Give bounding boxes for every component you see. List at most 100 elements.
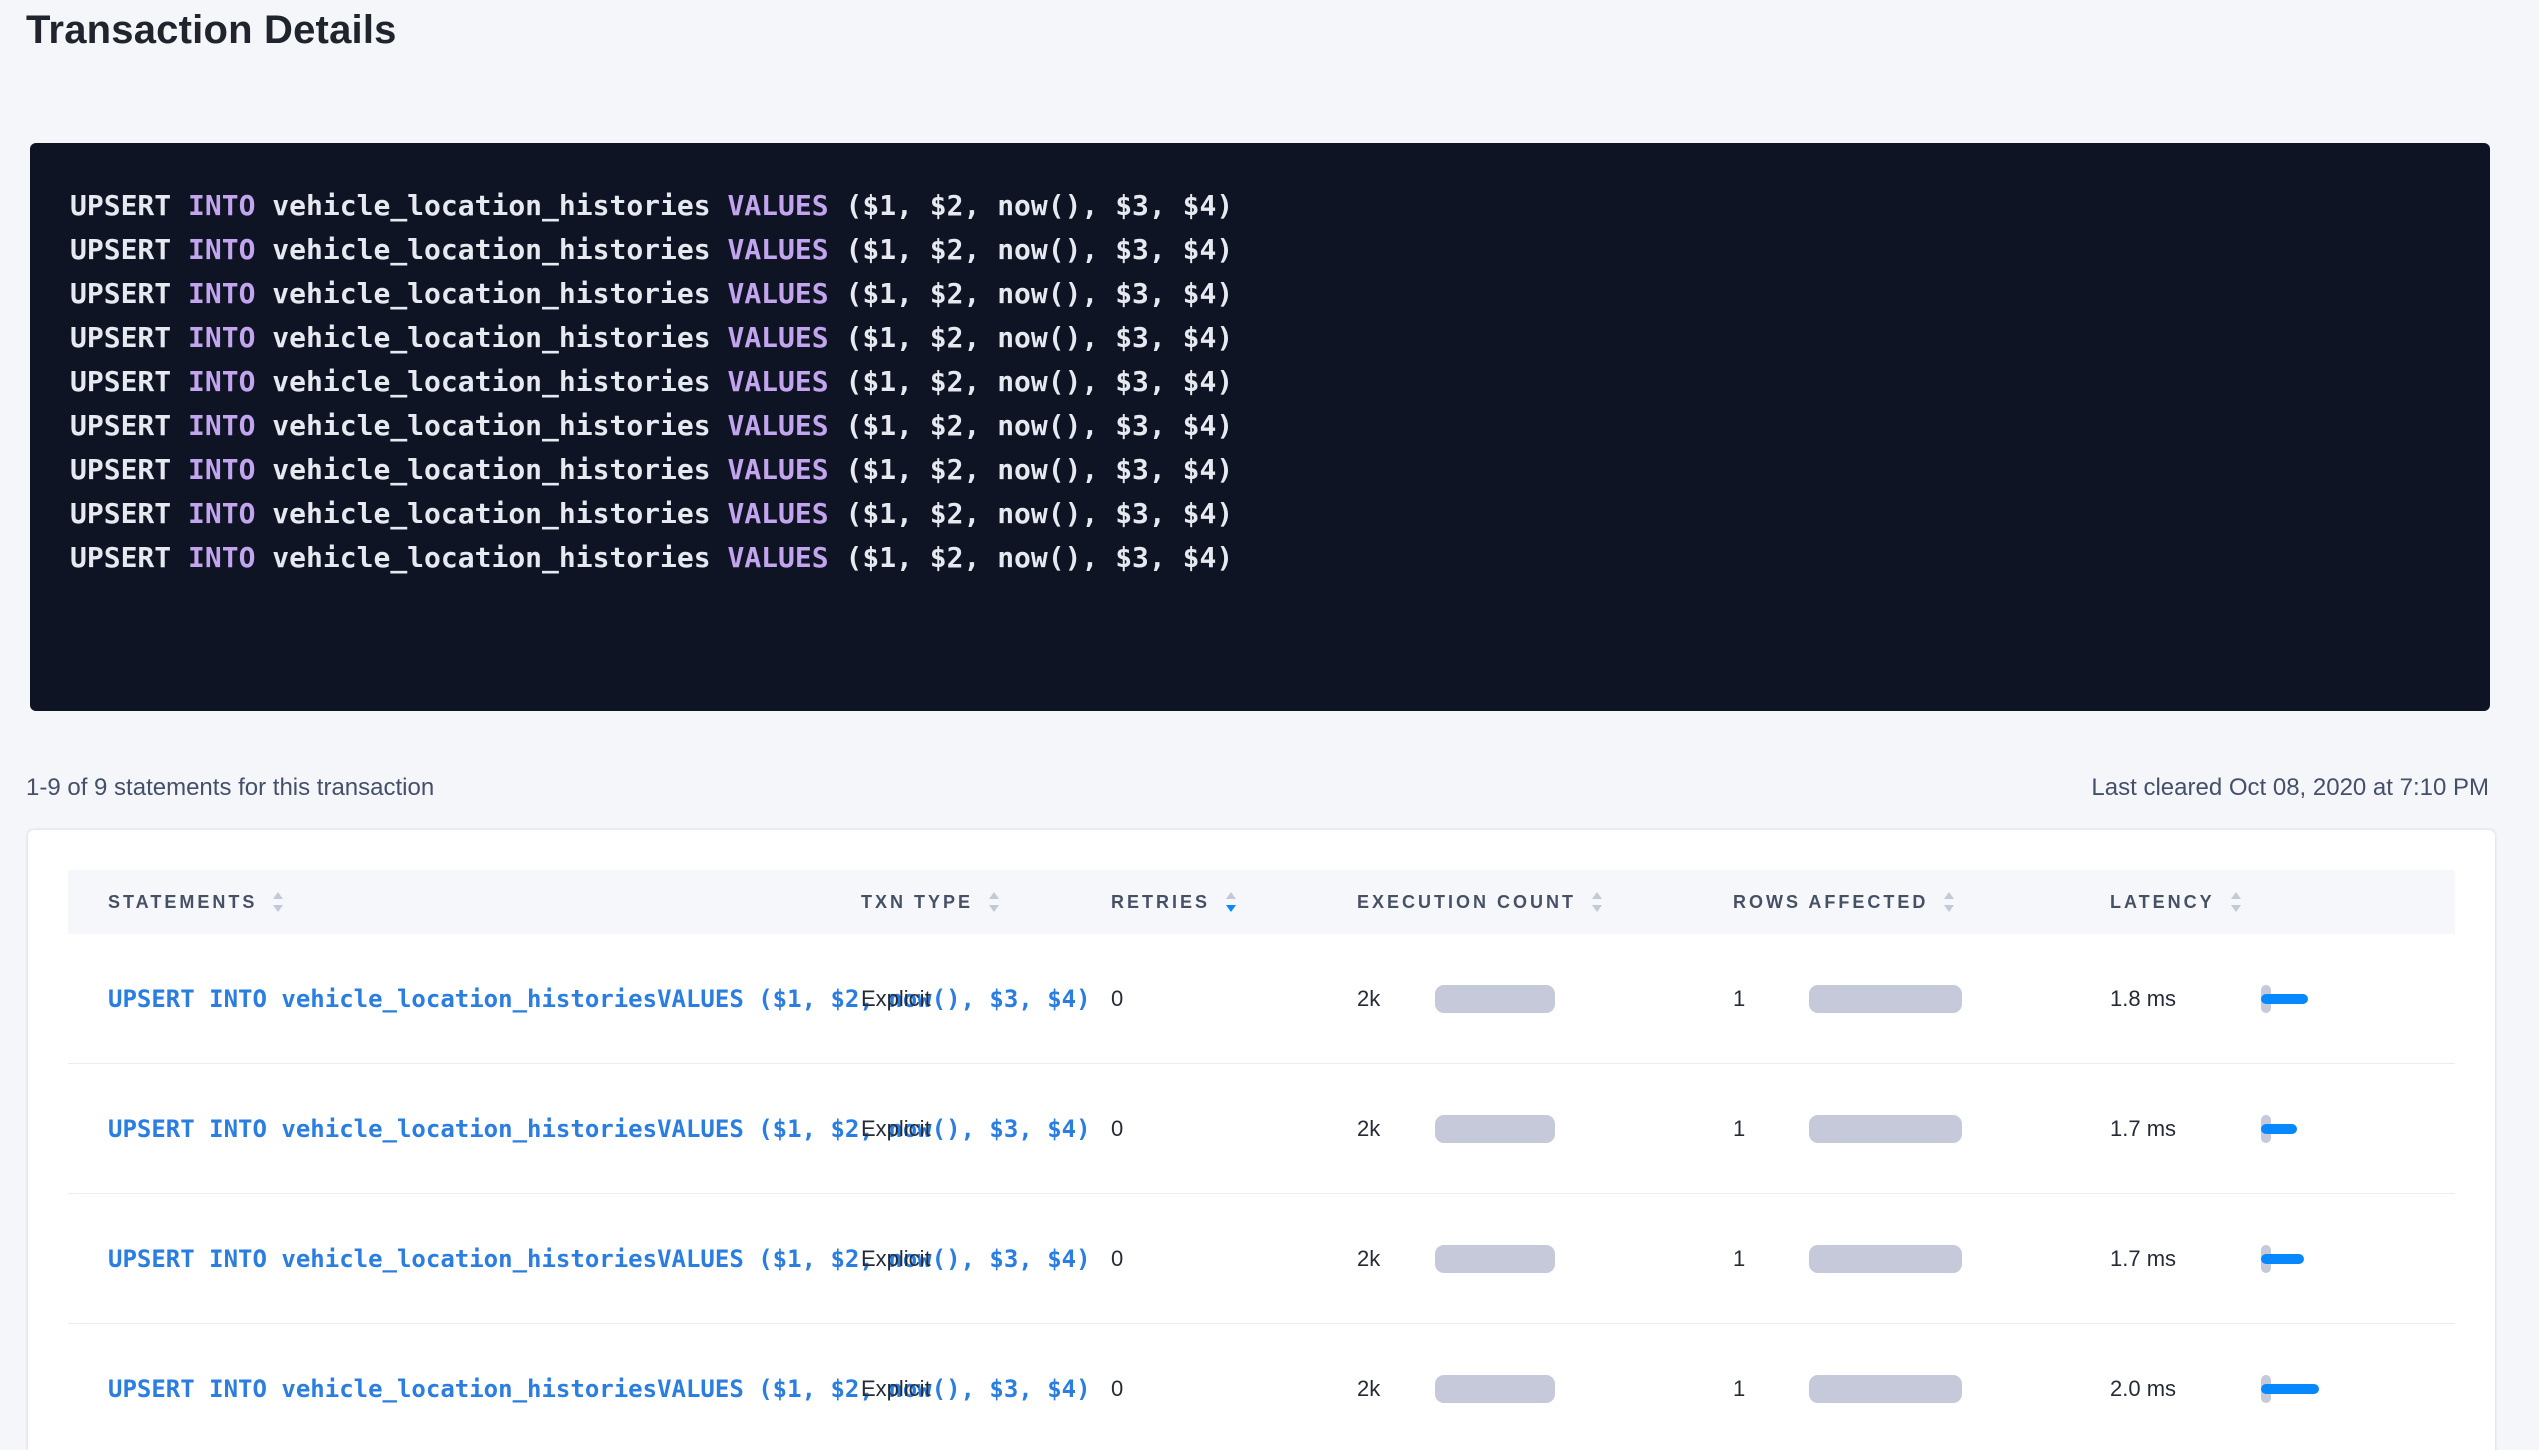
column-header-txn-type[interactable]: TXN TYPE (861, 892, 1111, 913)
execution-count-cell: 2k (1357, 1375, 1733, 1403)
statement-cell: UPSERT INTO vehicle_location_historiesVA… (68, 977, 861, 1021)
execution-count-value: 2k (1357, 1246, 1435, 1272)
sql-statement-line: UPSERT INTO vehicle_location_histories V… (70, 492, 2490, 536)
latency-value: 2.0 ms (2110, 1376, 2261, 1402)
sql-token-plain: vehicle_location_histories (255, 277, 727, 310)
execution-count-cell: 2k (1357, 1245, 1733, 1273)
sql-token-keyword: INTO (188, 189, 255, 222)
sql-token-keyword: INTO (188, 365, 255, 398)
sort-icon[interactable] (1592, 892, 1602, 912)
retries-cell: 0 (1111, 1116, 1357, 1142)
sort-icon[interactable] (1944, 892, 1954, 912)
table-row: UPSERT INTO vehicle_location_historiesVA… (68, 1064, 2455, 1194)
column-label: RETRIES (1111, 892, 1210, 913)
sql-token-keyword: VALUES (727, 541, 828, 574)
sql-statements-box: UPSERT INTO vehicle_location_histories V… (30, 143, 2490, 711)
table-row: UPSERT INTO vehicle_location_historiesVA… (68, 1194, 2455, 1324)
sql-statement-line: UPSERT INTO vehicle_location_histories V… (70, 360, 2490, 404)
latency-value: 1.7 ms (2110, 1246, 2261, 1272)
statement-cell: UPSERT INTO vehicle_location_historiesVA… (68, 1237, 861, 1281)
retries-cell: 0 (1111, 1246, 1357, 1272)
column-label: TXN TYPE (861, 892, 973, 913)
retries-cell: 0 (1111, 1376, 1357, 1402)
sql-token-plain: vehicle_location_histories (255, 189, 727, 222)
sql-token-plain: ($1, $2, now(), $3, $4) (829, 541, 1234, 574)
sql-token-plain: UPSERT (70, 365, 188, 398)
sql-token-keyword: VALUES (727, 409, 828, 442)
sort-icon[interactable] (273, 892, 283, 912)
sql-token-plain: ($1, $2, now(), $3, $4) (829, 321, 1234, 354)
sql-token-plain: UPSERT (70, 277, 188, 310)
sql-token-plain: UPSERT (70, 321, 188, 354)
column-header-rows-affected[interactable]: ROWS AFFECTED (1733, 892, 2110, 913)
sql-token-keyword: INTO (188, 497, 255, 530)
sort-asc-arrow-icon (1592, 892, 1602, 899)
sql-token-plain: UPSERT (70, 541, 188, 574)
column-header-retries[interactable]: RETRIES (1111, 892, 1357, 913)
rows-affected-cell: 1 (1733, 1375, 2110, 1403)
txn-type-cell: Explicit (861, 1246, 1111, 1272)
sql-statement-line: UPSERT INTO vehicle_location_histories V… (70, 184, 2490, 228)
sort-desc-arrow-icon (1592, 905, 1602, 912)
sort-desc-arrow-icon (1944, 905, 1954, 912)
sql-token-plain: ($1, $2, now(), $3, $4) (829, 365, 1234, 398)
sort-desc-arrow-icon (2231, 905, 2241, 912)
sql-token-keyword: INTO (188, 541, 255, 574)
sort-icon[interactable] (1226, 892, 1236, 912)
execution-count-bar (1435, 1375, 1555, 1403)
sql-token-plain: UPSERT (70, 233, 188, 266)
column-label: STATEMENTS (108, 892, 257, 913)
rows-affected-bar (1809, 985, 1962, 1013)
statement-line-1: UPSERT INTO vehicle_location_histories (108, 1115, 657, 1143)
sql-token-plain: UPSERT (70, 453, 188, 486)
sort-asc-arrow-icon (273, 892, 283, 899)
statement-cell: UPSERT INTO vehicle_location_historiesVA… (68, 1107, 861, 1151)
execution-count-value: 2k (1357, 1376, 1435, 1402)
latency-bar (2261, 1124, 2297, 1134)
execution-count-value: 2k (1357, 1116, 1435, 1142)
column-header-execution-count[interactable]: EXECUTION COUNT (1357, 892, 1733, 913)
sort-asc-arrow-icon (2231, 892, 2241, 899)
statement-link[interactable]: UPSERT INTO vehicle_location_historiesVA… (108, 1367, 861, 1411)
rows-affected-value: 1 (1733, 986, 1809, 1012)
sql-token-plain: ($1, $2, now(), $3, $4) (829, 277, 1234, 310)
statement-link[interactable]: UPSERT INTO vehicle_location_historiesVA… (108, 1107, 861, 1151)
sort-desc-arrow-icon (273, 905, 283, 912)
sql-token-plain: vehicle_location_histories (255, 409, 727, 442)
transaction-details-page: Transaction Details UPSERT INTO vehicle_… (0, 0, 2539, 1450)
rows-affected-bar (1809, 1115, 1962, 1143)
sql-token-plain: vehicle_location_histories (255, 365, 727, 398)
latency-cell: 1.7 ms (2110, 1107, 2455, 1151)
column-header-statements[interactable]: STATEMENTS (68, 892, 861, 913)
sql-token-plain: vehicle_location_histories (255, 541, 727, 574)
sort-asc-arrow-icon (1226, 892, 1236, 899)
execution-count-bar (1435, 1245, 1555, 1273)
statements-status-bar: 1-9 of 9 statements for this transaction… (26, 773, 2489, 803)
statement-cell: UPSERT INTO vehicle_location_historiesVA… (68, 1367, 861, 1411)
sql-statement-line: UPSERT INTO vehicle_location_histories V… (70, 536, 2490, 580)
execution-count-bar (1435, 1115, 1555, 1143)
execution-count-cell: 2k (1357, 1115, 1733, 1143)
execution-count-cell: 2k (1357, 985, 1733, 1013)
rows-affected-value: 1 (1733, 1376, 1809, 1402)
rows-affected-bar (1809, 1375, 1962, 1403)
column-header-latency[interactable]: LATENCY (2110, 892, 2455, 913)
rows-affected-value: 1 (1733, 1246, 1809, 1272)
sort-icon[interactable] (989, 892, 999, 912)
statements-table-card: STATEMENTS TXN TYPE RETRIES EXECUTION COUNT… (28, 830, 2495, 1450)
latency-bar (2261, 994, 2308, 1004)
last-cleared-text: Last cleared Oct 08, 2020 at 7:10 PM (2091, 773, 2489, 803)
latency-bar (2261, 1384, 2319, 1394)
txn-type-cell: Explicit (861, 1116, 1111, 1142)
sort-icon[interactable] (2231, 892, 2241, 912)
rows-affected-cell: 1 (1733, 985, 2110, 1013)
latency-value: 1.8 ms (2110, 986, 2261, 1012)
sql-token-keyword: INTO (188, 453, 255, 486)
statement-link[interactable]: UPSERT INTO vehicle_location_historiesVA… (108, 977, 861, 1021)
latency-chart (2261, 1107, 2341, 1151)
sql-token-plain: vehicle_location_histories (255, 497, 727, 530)
sql-token-plain: ($1, $2, now(), $3, $4) (829, 497, 1234, 530)
sql-token-plain: UPSERT (70, 497, 188, 530)
sql-token-keyword: VALUES (727, 365, 828, 398)
statement-link[interactable]: UPSERT INTO vehicle_location_historiesVA… (108, 1237, 861, 1281)
